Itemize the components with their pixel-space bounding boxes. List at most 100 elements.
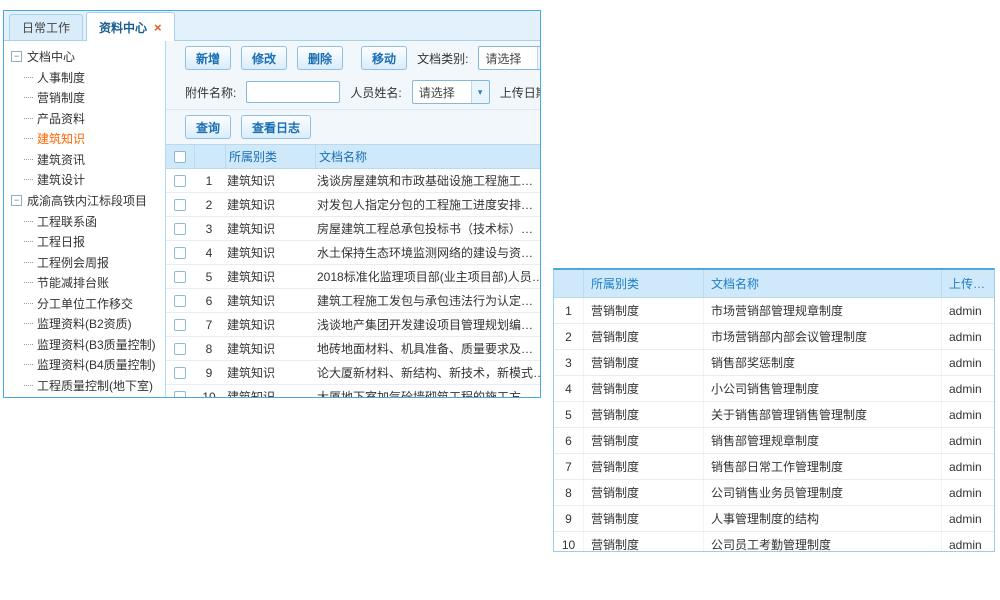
row-category: 营销制度: [584, 324, 704, 349]
doc-category-select[interactable]: 请选择 ▾: [478, 46, 540, 70]
header-category: 所属别类: [226, 145, 316, 168]
row-checkbox-cell: [166, 271, 194, 283]
selected-value: 请选择: [485, 50, 521, 67]
sales-table-row[interactable]: 9营销制度人事管理制度的结构admin: [554, 506, 994, 532]
row-number: 4: [194, 246, 224, 260]
tree-item[interactable]: 建筑知识: [11, 129, 165, 150]
tree-item[interactable]: 节能减排台账: [11, 273, 165, 294]
tab-daily-work[interactable]: 日常工作: [9, 14, 83, 40]
row-checkbox[interactable]: [174, 391, 186, 398]
doc-table-row[interactable]: 2建筑知识对发包人指定分包的工程施工进度安排…: [166, 193, 540, 217]
tree-item[interactable]: 工程质量控制(地下室): [11, 375, 165, 396]
row-doc-name: 市场营销部管理规章制度: [704, 298, 942, 323]
row-category: 营销制度: [584, 480, 704, 505]
doc-table-row[interactable]: 8建筑知识地砖地面材料、机具准备、质量要求及…: [166, 337, 540, 361]
collapse-icon[interactable]: −: [11, 195, 22, 206]
tree-section-root[interactable]: −文档中心: [11, 46, 165, 67]
doc-table-body: 1建筑知识浅谈房屋建筑和市政基础设施工程施工…2建筑知识对发包人指定分包的工程施…: [166, 169, 540, 397]
doc-table-row[interactable]: 7建筑知识浅谈地产集团开发建设项目管理规划编…: [166, 313, 540, 337]
attachment-name-label: 附件名称:: [185, 84, 236, 101]
row-category: 营销制度: [584, 402, 704, 427]
sales-table-row[interactable]: 5营销制度关于销售部管理销售管理制度admin: [554, 402, 994, 428]
row-checkbox[interactable]: [174, 367, 186, 379]
tree-section-root[interactable]: −成渝高铁内江标段项目: [11, 190, 165, 211]
tree-item[interactable]: 产品资料: [11, 108, 165, 129]
row-number: 9: [554, 506, 584, 531]
tree-item[interactable]: 营销制度: [11, 88, 165, 109]
row-checkbox[interactable]: [174, 271, 186, 283]
tree-item-label: 建筑知识: [37, 130, 85, 147]
row-uploader: admin: [942, 324, 994, 349]
row-uploader: admin: [942, 506, 994, 531]
row-doc-name: 销售部奖惩制度: [704, 350, 942, 375]
selected-value: 请选择: [419, 84, 455, 101]
row-checkbox[interactable]: [174, 247, 186, 259]
row-number: 2: [554, 324, 584, 349]
tab-data-center[interactable]: 资料中心 ×: [86, 12, 175, 41]
tree-item[interactable]: 监理资料(B4质量控制): [11, 355, 165, 376]
sales-table-row[interactable]: 8营销制度公司销售业务员管理制度admin: [554, 480, 994, 506]
sales-table-row[interactable]: 4营销制度小公司销售管理制度admin: [554, 376, 994, 402]
doc-table-row[interactable]: 4建筑知识水土保持生态环境监测网络的建设与资…: [166, 241, 540, 265]
row-doc-name: 公司销售业务员管理制度: [704, 480, 942, 505]
sales-table-row[interactable]: 7营销制度销售部日常工作管理制度admin: [554, 454, 994, 480]
header-uploader: 上传…: [942, 270, 994, 297]
query-button[interactable]: 查询: [185, 115, 231, 139]
row-checkbox[interactable]: [174, 223, 186, 235]
tree-item[interactable]: 工程日报: [11, 232, 165, 253]
tree-connector-icon: [24, 385, 33, 386]
doc-table-row[interactable]: 9建筑知识论大厦新材料、新结构、新技术，新模式…: [166, 361, 540, 385]
row-number: 2: [194, 198, 224, 212]
row-checkbox[interactable]: [174, 343, 186, 355]
row-doc-name: 市场营销部内部会议管理制度: [704, 324, 942, 349]
doc-table-row[interactable]: 3建筑知识房屋建筑工程总承包投标书（技术标）…: [166, 217, 540, 241]
view-log-button[interactable]: 查看日志: [241, 115, 311, 139]
row-category: 建筑知识: [224, 196, 314, 213]
doc-table-row[interactable]: 6建筑知识建筑工程施工发包与承包违法行为认定…: [166, 289, 540, 313]
tab-label: 资料中心: [99, 19, 147, 36]
row-checkbox[interactable]: [174, 295, 186, 307]
tree-item[interactable]: 监理资料(B3质量控制): [11, 334, 165, 355]
sales-table-row[interactable]: 1营销制度市场营销部管理规章制度admin: [554, 298, 994, 324]
sales-table-row[interactable]: 10营销制度公司员工考勤管理制度admin: [554, 532, 994, 551]
move-button[interactable]: 移动: [361, 46, 407, 70]
tree-item[interactable]: 建筑设计: [11, 170, 165, 191]
row-category: 建筑知识: [224, 388, 314, 397]
attachment-name-input[interactable]: [246, 81, 340, 103]
sales-table-row[interactable]: 3营销制度销售部奖惩制度admin: [554, 350, 994, 376]
tree-item-label: 分工单位工作移交: [37, 295, 133, 312]
delete-button[interactable]: 删除: [297, 46, 343, 70]
row-category: 营销制度: [584, 454, 704, 479]
tree-item-label: 节能减排台账: [37, 274, 109, 291]
doc-table-row[interactable]: 1建筑知识浅谈房屋建筑和市政基础设施工程施工…: [166, 169, 540, 193]
row-doc-name: 人事管理制度的结构: [704, 506, 942, 531]
person-name-select[interactable]: 请选择 ▾: [412, 80, 490, 104]
tree-item[interactable]: 建筑资讯: [11, 149, 165, 170]
sales-table-row[interactable]: 2营销制度市场营销部内部会议管理制度admin: [554, 324, 994, 350]
collapse-icon[interactable]: −: [11, 51, 22, 62]
doc-category-label: 文档类别:: [417, 50, 468, 67]
header-checkbox-cell: [166, 145, 195, 168]
select-all-checkbox[interactable]: [174, 151, 186, 163]
row-checkbox[interactable]: [174, 319, 186, 331]
edit-button[interactable]: 修改: [241, 46, 287, 70]
tree-item[interactable]: 分工单位工作移交: [11, 293, 165, 314]
tree-item[interactable]: 人事制度: [11, 67, 165, 88]
close-icon[interactable]: ×: [154, 21, 162, 34]
doc-table-row[interactable]: 10建筑知识大厦地下室加气砼墙砌筑工程的施工方…: [166, 385, 540, 397]
row-doc-name: 地砖地面材料、机具准备、质量要求及…: [314, 340, 540, 357]
tree-item-label: 监理资料(B3质量控制): [37, 336, 156, 353]
doc-table-row[interactable]: 5建筑知识2018标准化监理项目部(业主项目部)人员…: [166, 265, 540, 289]
row-checkbox[interactable]: [174, 175, 186, 187]
row-checkbox[interactable]: [174, 199, 186, 211]
row-number: 9: [194, 366, 224, 380]
tree-item[interactable]: 监理资料(B2资质): [11, 314, 165, 335]
header-category: 所属别类: [584, 270, 704, 297]
row-category: 建筑知识: [224, 364, 314, 381]
tree-item[interactable]: 工程例会周报: [11, 252, 165, 273]
sales-table-row[interactable]: 6营销制度销售部管理规章制度admin: [554, 428, 994, 454]
chevron-down-icon: ▾: [537, 47, 540, 69]
add-button[interactable]: 新增: [185, 46, 231, 70]
header-doc-name: 文档名称: [704, 270, 942, 297]
tree-item[interactable]: 工程联系函: [11, 211, 165, 232]
